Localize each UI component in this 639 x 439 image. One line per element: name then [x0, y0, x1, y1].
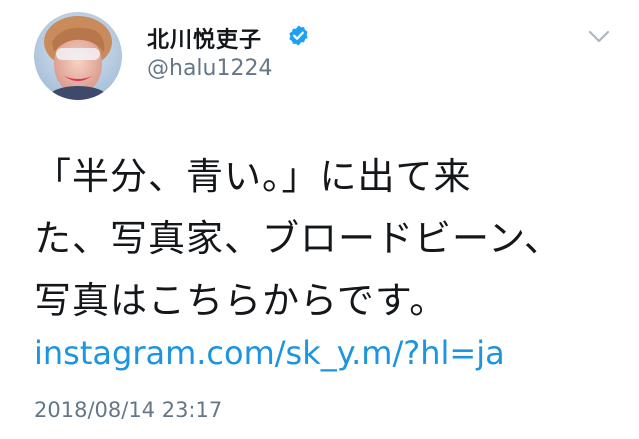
- author-display-name[interactable]: 北川悦吏子: [147, 22, 262, 54]
- tweet-body-line: 「半分、青い。」に出て来: [34, 155, 472, 198]
- avatar-image: [34, 12, 122, 100]
- tweet-body-line: た、写真家、ブロードビーン、: [34, 217, 562, 260]
- instagram-link[interactable]: instagram.com/sk_y.m/?hl=ja: [34, 334, 505, 372]
- verified-badge-icon: [289, 25, 308, 46]
- tweet-card: 北川悦吏子 @halu1224 「半分、青い。」に出て来 た、写真家、ブロードビ…: [0, 0, 639, 439]
- avatar[interactable]: [34, 12, 122, 100]
- tweet-timestamp[interactable]: 2018/08/14 23:17: [34, 398, 222, 422]
- author-handle[interactable]: @halu1224: [147, 56, 272, 81]
- chevron-down-icon[interactable]: [586, 26, 612, 46]
- tweet-body: 「半分、青い。」に出て来 た、写真家、ブロードビーン、 写真はこちらからです。: [34, 146, 624, 332]
- tweet-body-line: 写真はこちらからです。: [34, 279, 448, 322]
